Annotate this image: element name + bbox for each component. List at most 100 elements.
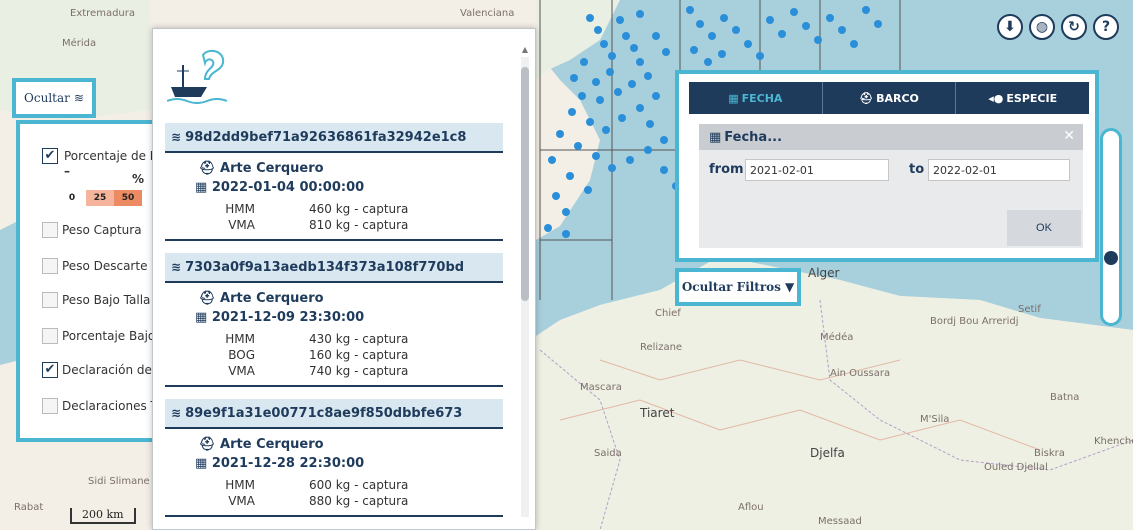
layer-label: Peso Descarte xyxy=(62,259,148,273)
catch-amount: 740 kg - captura xyxy=(309,364,409,378)
ok-button[interactable]: OK xyxy=(1007,210,1081,246)
catch-amount: 160 kg - captura xyxy=(309,348,409,362)
layer-checkbox[interactable]: ✔ xyxy=(42,362,58,378)
filter-icon: ▼ xyxy=(784,280,795,294)
records-scrollbar[interactable]: ▲ xyxy=(519,45,531,525)
from-date-input[interactable] xyxy=(745,159,889,181)
map-label: Ain Oussara xyxy=(830,368,891,379)
record-gear-label: Arte Cerquero xyxy=(220,437,324,452)
legend-value: 0 xyxy=(58,190,86,206)
map-label: Bordj Bou Arreridj xyxy=(930,316,1019,327)
record-divider xyxy=(165,385,503,387)
layer-label: Peso Bajo Talla xyxy=(62,293,151,307)
refresh-icon[interactable]: ↻ xyxy=(1061,14,1087,40)
download-icon[interactable]: ⬇ xyxy=(997,14,1023,40)
layer-checkbox[interactable] xyxy=(42,328,58,344)
scroll-up-icon[interactable]: ▲ xyxy=(519,45,531,54)
layer-checkbox[interactable]: ✔ xyxy=(42,148,58,164)
catch-species: BOG xyxy=(228,348,255,362)
time-slider[interactable] xyxy=(1100,128,1122,326)
map-label: Tiaret xyxy=(640,406,675,420)
catch-amount: 600 kg - captura xyxy=(309,478,409,492)
calendar-icon: ▦ xyxy=(195,180,208,195)
map-label: Médéa xyxy=(820,332,854,343)
map-label: Setif xyxy=(1018,304,1041,315)
help-icon[interactable]: ? xyxy=(1093,14,1119,40)
record-card[interactable]: ≋ 98d2dd9bef71a92636861fa32942e1c8 ⛑ Art… xyxy=(165,123,503,241)
catch-species: VMA xyxy=(228,364,255,378)
hide-filters-label: Ocultar Filtros xyxy=(681,280,781,294)
to-label: to xyxy=(909,162,925,177)
catch-amount: 430 kg - captura xyxy=(309,332,409,346)
slider-handle[interactable] xyxy=(1104,251,1118,265)
captain-icon: ⛑ xyxy=(199,161,216,176)
tab-label: ESPECIE xyxy=(1006,91,1058,105)
layers-panel: ✔ Porcentaje de D – % 0 25 50 Peso Captu… xyxy=(16,120,166,442)
layer-checkbox[interactable] xyxy=(42,398,58,414)
map-label: Khenchela xyxy=(1094,436,1133,447)
catch-line: BOG 160 kg - captura xyxy=(165,347,503,363)
map-label: Aflou xyxy=(738,502,764,513)
map-label: Extremadura xyxy=(70,8,135,19)
calendar-icon: ▦ xyxy=(709,129,722,145)
map-controls: ⬇ ◍ ↻ ? xyxy=(997,14,1119,40)
calendar-icon: ▦ xyxy=(195,310,208,325)
map-label: Saida xyxy=(594,448,622,459)
hash-icon: ≋ xyxy=(171,406,182,420)
layer-label: Declaraciones T xyxy=(62,399,158,413)
map-label: Mascara xyxy=(580,382,622,393)
hide-layers-button[interactable]: Ocultar ≋ xyxy=(12,78,96,118)
layer-checkbox[interactable] xyxy=(42,258,58,274)
catch-amount: 810 kg - captura xyxy=(309,218,409,232)
map-label: Batna xyxy=(1050,392,1080,403)
hide-filters-button[interactable]: Ocultar Filtros ▼ xyxy=(675,268,801,306)
globe-icon[interactable]: ◍ xyxy=(1029,14,1055,40)
record-id: 7303a0f9a13aedb134f373a108f770bd xyxy=(185,259,465,275)
catch-line: VMA 740 kg - captura xyxy=(165,363,503,379)
map-label: Ouled Djellal xyxy=(984,462,1048,473)
catch-species: VMA xyxy=(228,494,255,508)
catch-amount: 460 kg - captura xyxy=(309,202,409,216)
record-card[interactable]: ≋ 89e9f1a31e00771c8ae9f850dbbfe673 ⛑ Art… xyxy=(165,399,503,517)
layer-checkbox[interactable] xyxy=(42,292,58,308)
tab-label: BARCO xyxy=(876,91,919,105)
catch-species: HMM xyxy=(225,332,255,346)
record-header: ≋ 98d2dd9bef71a92636861fa32942e1c8 xyxy=(165,123,503,153)
legend-dash: – xyxy=(64,164,70,178)
close-icon[interactable]: ✕ xyxy=(1063,128,1075,144)
catch-line: VMA 880 kg - captura xyxy=(165,493,503,509)
tab-fecha[interactable]: ▦ FECHA xyxy=(689,82,823,114)
to-date-input[interactable] xyxy=(928,159,1070,181)
calendar-icon: ▦ xyxy=(728,91,739,105)
legend-scale: 0 25 50 xyxy=(58,190,142,206)
record-date: ▦ 2022-01-04 00:00:00 xyxy=(195,180,503,195)
layer-label: Porcentaje de D xyxy=(64,149,160,163)
record-gear: ⛑ Arte Cerquero xyxy=(199,291,503,306)
record-date: ▦ 2021-12-28 22:30:00 xyxy=(195,456,503,471)
map-label: Biskra xyxy=(1034,448,1065,459)
catch-line: HMM 600 kg - captura xyxy=(165,477,503,493)
fish-icon: ◂● xyxy=(988,91,1004,105)
record-gear-label: Arte Cerquero xyxy=(220,161,324,176)
scale-bar: 200 km xyxy=(70,508,136,524)
record-datetime: 2021-12-28 22:30:00 xyxy=(211,456,365,471)
layer-checkbox[interactable] xyxy=(42,222,58,238)
legend-value: 50 xyxy=(114,190,142,206)
catch-line: VMA 810 kg - captura xyxy=(165,217,503,233)
hash-icon: ≋ xyxy=(171,130,182,144)
catch-species: VMA xyxy=(228,218,255,232)
catch-species: HMM xyxy=(225,202,255,216)
record-gear: ⛑ Arte Cerquero xyxy=(199,437,503,452)
layers-icon: ≋ xyxy=(73,91,84,105)
record-gear-label: Arte Cerquero xyxy=(220,291,324,306)
tab-especie[interactable]: ◂● ESPECIE xyxy=(956,82,1089,114)
captain-icon: ⛑ xyxy=(199,437,216,452)
scroll-thumb[interactable] xyxy=(521,67,529,301)
app-logo xyxy=(167,49,228,104)
tab-barco[interactable]: ⛑ BARCO xyxy=(823,82,957,114)
filters-panel: ▦ FECHA ⛑ BARCO ◂● ESPECIE ▦ Fecha... ✕ … xyxy=(675,70,1099,262)
legend-value: 25 xyxy=(86,190,114,206)
record-card[interactable]: ≋ 7303a0f9a13aedb134f373a108f770bd ⛑ Art… xyxy=(165,253,503,387)
map-label: Djelfa xyxy=(810,446,845,460)
record-datetime: 2022-01-04 00:00:00 xyxy=(211,180,365,195)
